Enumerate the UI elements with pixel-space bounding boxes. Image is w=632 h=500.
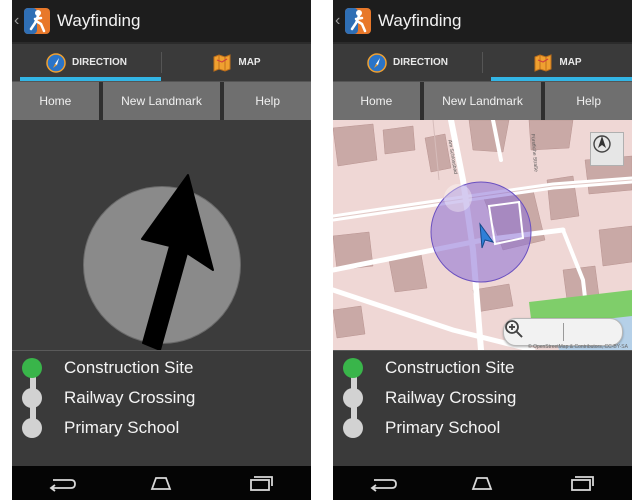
landmark-label: Railway Crossing <box>385 388 517 407</box>
landmark-label: Primary School <box>64 418 180 437</box>
tab-map[interactable]: MAP <box>483 44 632 81</box>
tab-bar: DIRECTION MAP <box>333 44 632 81</box>
map-tiles <box>333 120 632 350</box>
landmark-list: Construction Site Railway Crossing Prima… <box>12 350 311 467</box>
back-nav-icon <box>370 479 397 492</box>
zoom-in-button[interactable] <box>505 319 623 345</box>
tab-direction[interactable]: DIRECTION <box>333 44 482 81</box>
navigation-arrow-icon <box>593 135 611 153</box>
tab-direction-label: DIRECTION <box>393 57 448 68</box>
back-nav-button[interactable] <box>363 471 403 495</box>
app-logo-icon[interactable] <box>23 7 51 35</box>
direction-panel <box>12 120 311 351</box>
app-bar: ‹ Wayfinding <box>333 0 632 42</box>
recents-nav-button[interactable] <box>241 471 281 495</box>
recents-nav-icon <box>571 476 595 491</box>
landmark-current-dot <box>343 358 363 378</box>
landmark-item[interactable]: Railway Crossing <box>22 383 195 413</box>
landmark-current-dot <box>22 358 42 378</box>
system-nav-bar <box>333 466 632 500</box>
back-nav-icon <box>49 479 76 492</box>
landmark-dot <box>22 388 42 408</box>
landmark-item[interactable]: Primary School <box>343 413 500 443</box>
app-title: Wayfinding <box>378 11 462 30</box>
landmark-item[interactable]: Railway Crossing <box>343 383 516 413</box>
home-nav-icon <box>151 477 172 490</box>
home-nav-icon <box>472 477 493 490</box>
tab-bar: DIRECTION MAP <box>12 44 311 81</box>
back-icon[interactable]: ‹ <box>14 12 22 30</box>
back-icon[interactable]: ‹ <box>335 12 343 30</box>
zoom-in-icon <box>505 320 523 338</box>
home-button[interactable]: Home <box>12 82 99 120</box>
compass-icon <box>46 52 66 73</box>
action-bar: Home New Landmark Help <box>333 81 632 120</box>
direction-arrow-icon <box>141 174 214 351</box>
landmark-dot <box>22 418 42 438</box>
app-bar: ‹ Wayfinding <box>12 0 311 42</box>
zoom-controls <box>503 318 623 346</box>
system-nav-bar <box>12 466 311 500</box>
tab-map-label: MAP <box>559 57 582 68</box>
landmark-label: Construction Site <box>385 358 515 377</box>
landmark-list: Construction Site Railway Crossing Prima… <box>333 350 632 467</box>
direction-screen: ‹ Wayfinding DIRECTION MAP Home New Land… <box>12 0 311 500</box>
app-logo-icon[interactable] <box>344 7 372 35</box>
map-screen: ‹ Wayfinding DIRECTION MAP Home New Land… <box>333 0 632 500</box>
home-button[interactable]: Home <box>333 82 420 120</box>
recents-nav-button[interactable] <box>562 471 602 495</box>
landmark-item[interactable]: Construction Site <box>22 353 193 383</box>
landmark-item[interactable]: Primary School <box>22 413 179 443</box>
tab-direction-label: DIRECTION <box>72 57 127 68</box>
new-landmark-button[interactable]: New Landmark <box>424 82 542 120</box>
home-nav-button[interactable] <box>141 471 181 495</box>
compass-icon <box>367 52 387 73</box>
map-view[interactable]: Am Schlossbad Fürstliche Straße © OpenSt… <box>333 120 632 350</box>
help-button[interactable]: Help <box>224 82 311 120</box>
landmark-dot <box>343 418 363 438</box>
landmark-label: Construction Site <box>64 358 194 377</box>
new-landmark-button[interactable]: New Landmark <box>103 82 221 120</box>
help-button[interactable]: Help <box>545 82 632 120</box>
action-bar: Home New Landmark Help <box>12 81 311 120</box>
back-nav-button[interactable] <box>42 471 82 495</box>
recents-nav-icon <box>250 476 274 491</box>
locate-me-button[interactable] <box>590 132 624 166</box>
map-icon <box>213 53 231 72</box>
tab-direction[interactable]: DIRECTION <box>12 44 161 81</box>
landmark-item[interactable]: Construction Site <box>343 353 514 383</box>
tab-map[interactable]: MAP <box>162 44 311 81</box>
landmark-label: Primary School <box>385 418 501 437</box>
landmark-label: Railway Crossing <box>64 388 196 407</box>
app-title: Wayfinding <box>57 11 141 30</box>
map-icon <box>534 53 552 72</box>
landmark-dot <box>343 388 363 408</box>
home-nav-button[interactable] <box>462 471 502 495</box>
tab-map-label: MAP <box>238 57 261 68</box>
